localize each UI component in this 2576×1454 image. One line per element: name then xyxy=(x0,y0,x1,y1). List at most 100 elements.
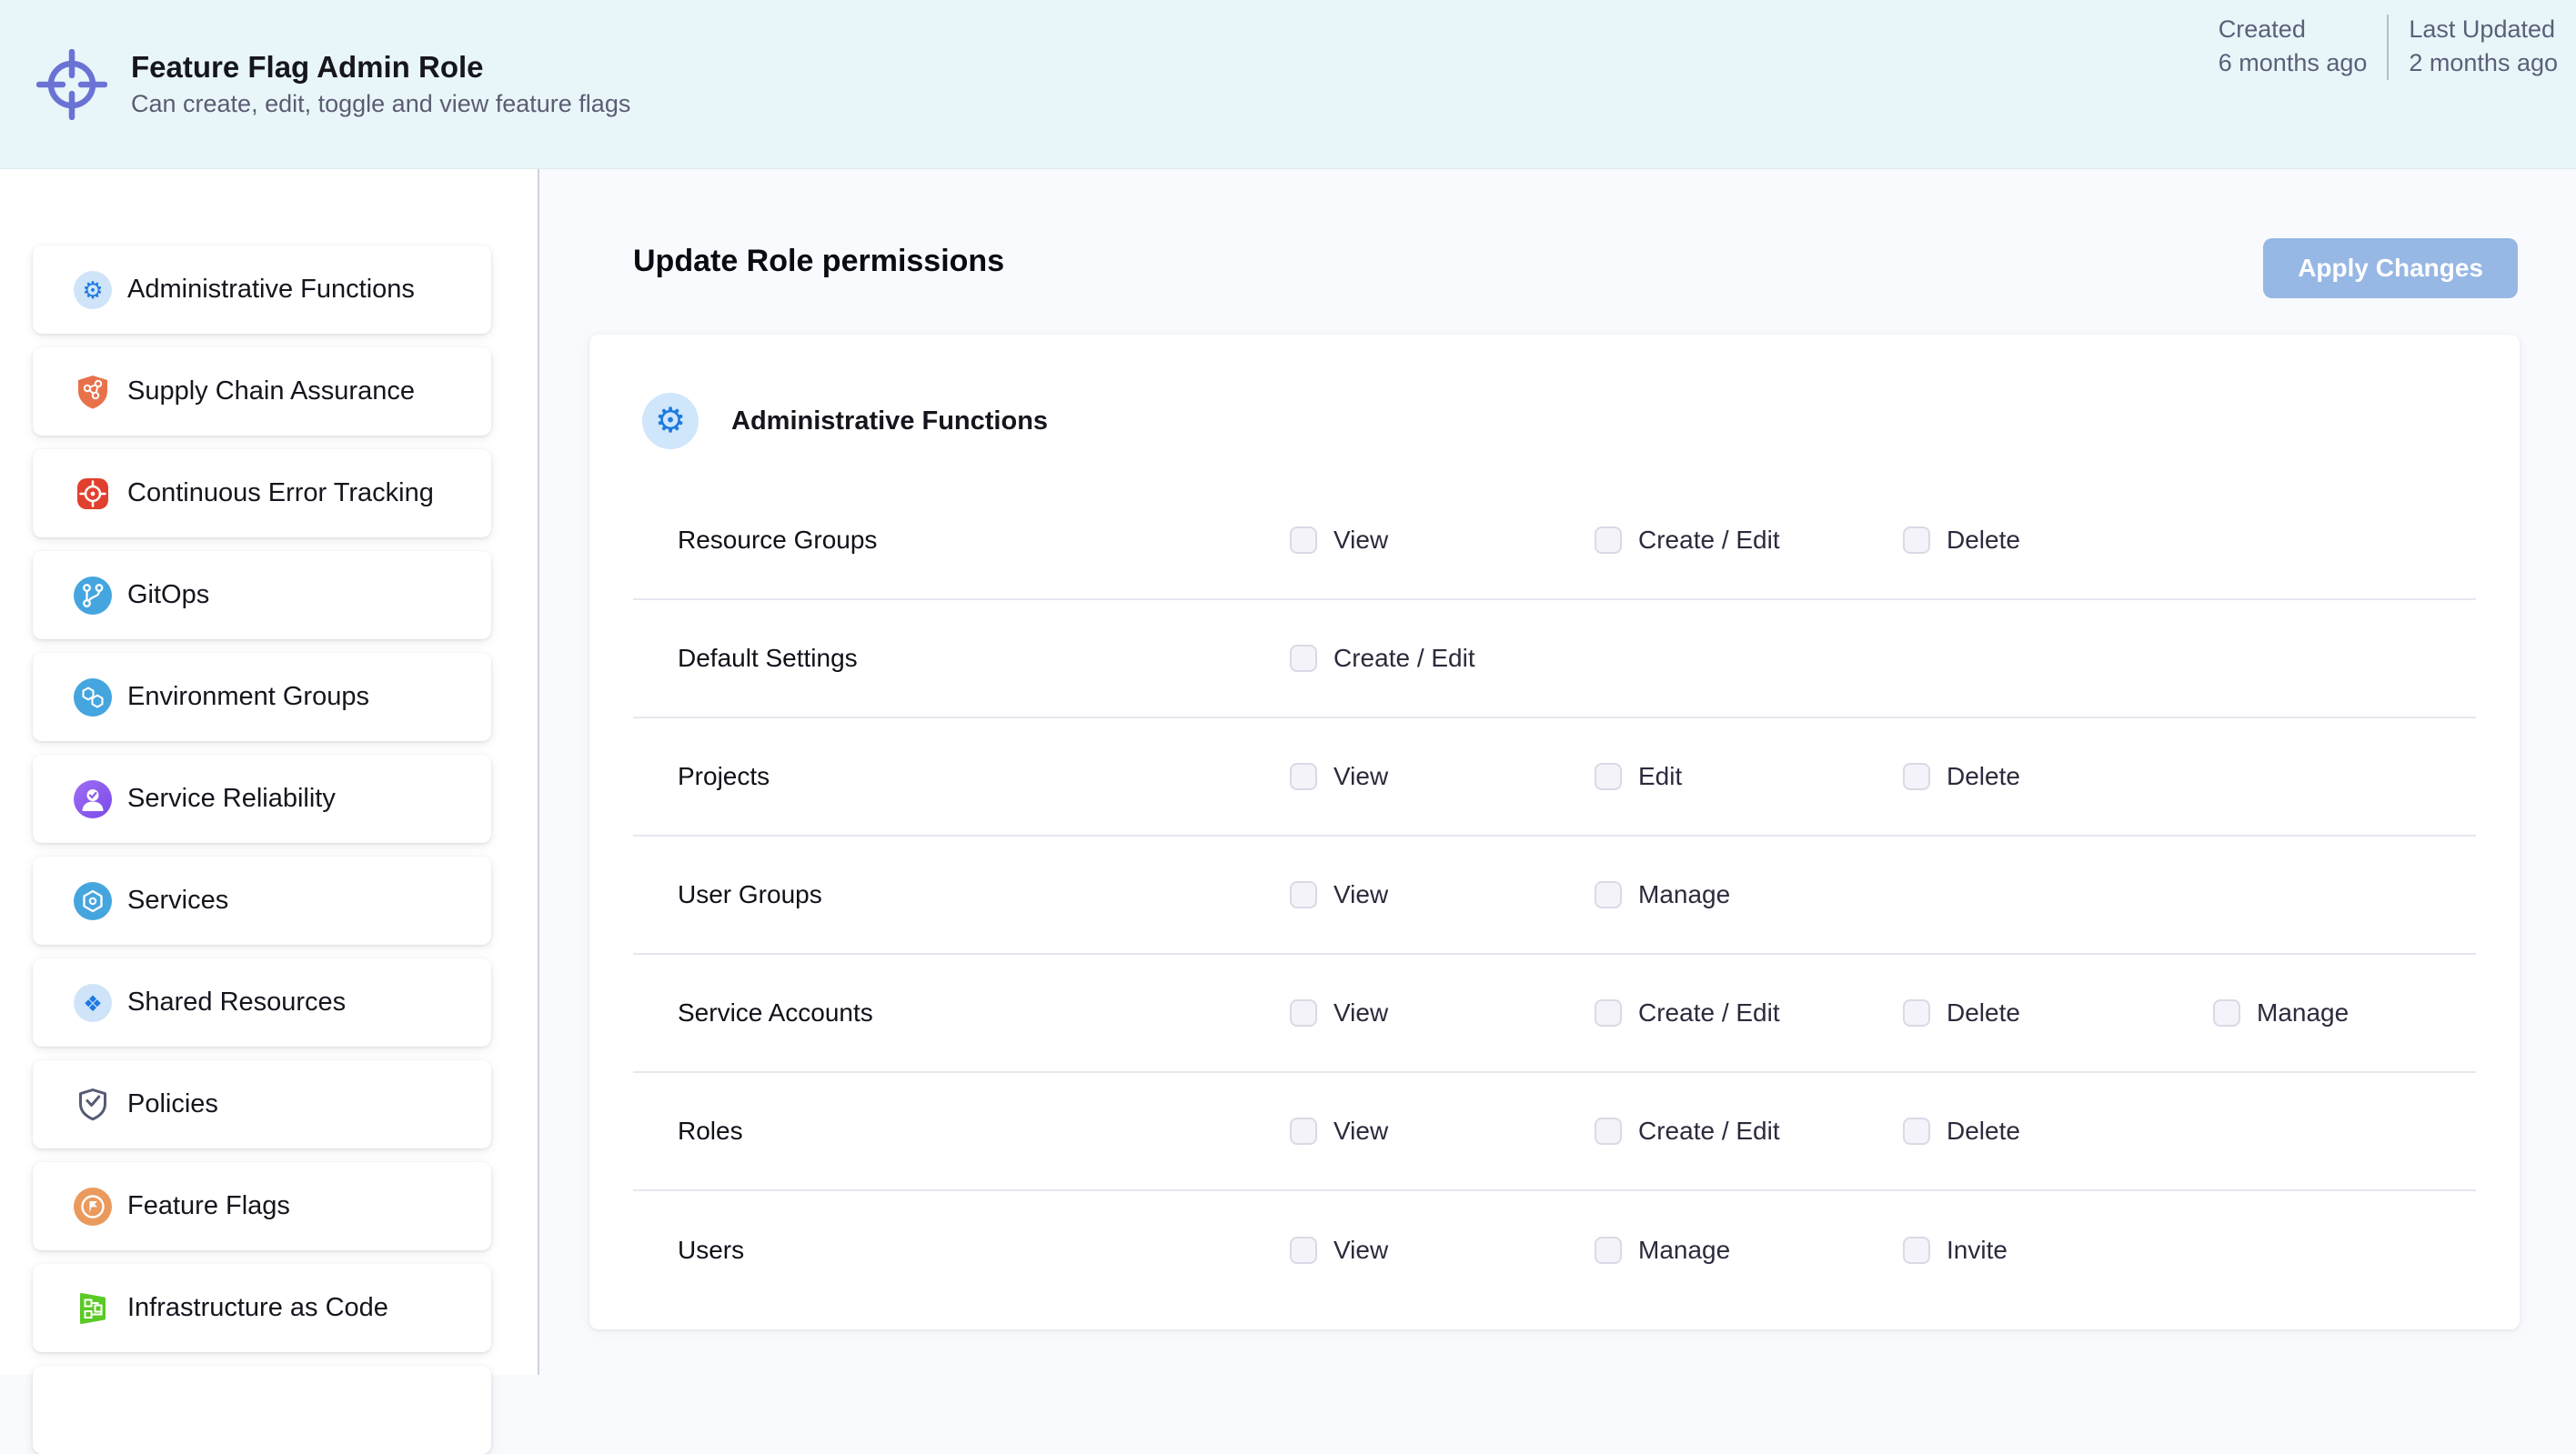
created-label: Created xyxy=(2219,13,2368,46)
sidebar-item-label: Service Reliability xyxy=(127,784,336,814)
permission-row-user-groups: User GroupsViewManage xyxy=(633,837,2476,955)
sidebar-item-label: Administrative Functions xyxy=(127,275,415,305)
checkbox-default-settings-create-edit[interactable] xyxy=(1290,645,1317,672)
permission-label: Create / Edit xyxy=(1638,526,1780,555)
sidebar-item-supply-chain-assurance[interactable]: Supply Chain Assurance xyxy=(33,347,491,436)
page-header: Feature Flag Admin Role Can create, edit… xyxy=(0,0,2576,169)
sidebar-item-feature-flags[interactable]: Feature Flags xyxy=(33,1162,491,1250)
sidebar-item-gitops[interactable]: GitOps xyxy=(33,551,491,639)
person-check-icon xyxy=(74,780,112,818)
permission-cell: View xyxy=(1290,762,1388,791)
page-subtitle: Can create, edit, toggle and view featur… xyxy=(131,86,630,121)
sidebar-item-environment-groups[interactable]: Environment Groups xyxy=(33,653,491,741)
checkbox-projects-edit[interactable] xyxy=(1595,763,1622,790)
sidebar-item-infrastructure-as-code[interactable]: Infrastructure as Code xyxy=(33,1264,491,1352)
checkbox-projects-delete[interactable] xyxy=(1903,763,1930,790)
permission-cell: View xyxy=(1290,880,1388,909)
permission-cell: Create / Edit xyxy=(1595,1117,1780,1146)
checkbox-users-invite[interactable] xyxy=(1903,1237,1930,1264)
checkbox-roles-create-edit[interactable] xyxy=(1595,1118,1622,1145)
sidebar-item-administrative-functions[interactable]: ⚙ Administrative Functions xyxy=(33,246,491,334)
checkbox-resource-groups-view[interactable] xyxy=(1290,526,1317,554)
permission-cell: Manage xyxy=(1595,880,1730,909)
permission-label: Invite xyxy=(1947,1236,2007,1265)
hexagon-icon xyxy=(74,882,112,920)
created-meta: Created 6 months ago xyxy=(2219,13,2368,80)
permission-cell: Manage xyxy=(2213,998,2349,1028)
checkbox-roles-delete[interactable] xyxy=(1903,1118,1930,1145)
role-header-text: Feature Flag Admin Role Can create, edit… xyxy=(131,48,630,121)
sidebar-item-label: Feature Flags xyxy=(127,1191,290,1221)
permission-label: Delete xyxy=(1947,1117,2020,1146)
checkbox-resource-groups-delete[interactable] xyxy=(1903,526,1930,554)
sidebar-item-label: Environment Groups xyxy=(127,682,369,712)
permission-label: Manage xyxy=(2257,998,2349,1028)
permission-cell: View xyxy=(1290,998,1388,1028)
sidebar-list: ⚙ Administrative Functions Supply Chain As… xyxy=(0,169,538,1352)
resource-sidebar: ⚙ Administrative Functions Supply Chain As… xyxy=(0,169,539,1375)
permission-cell: Create / Edit xyxy=(1595,998,1780,1028)
permission-label: View xyxy=(1333,998,1388,1028)
checkbox-roles-view[interactable] xyxy=(1290,1118,1317,1145)
permission-row-roles: RolesViewCreate / EditDelete xyxy=(633,1073,2476,1191)
diamonds-icon: ❖ xyxy=(74,984,112,1022)
hexagons-icon xyxy=(74,678,112,717)
svg-text:❖: ❖ xyxy=(83,991,103,1017)
permission-row-default-settings: Default SettingsCreate / Edit xyxy=(633,600,2476,718)
checkbox-service-accounts-manage[interactable] xyxy=(2213,999,2240,1027)
permissions-card: ⚙ Administrative Functions Resource Grou… xyxy=(589,335,2520,1329)
permission-label: View xyxy=(1333,762,1388,791)
resource-label: Resource Groups xyxy=(678,526,877,555)
flag-icon xyxy=(74,1188,112,1226)
permission-cell: View xyxy=(1290,1236,1388,1265)
role-target-icon xyxy=(36,49,107,120)
sidebar-item-partial[interactable] xyxy=(33,1366,491,1454)
sidebar-item-shared-resources[interactable]: ❖Shared Resources xyxy=(33,958,491,1047)
resource-label: Users xyxy=(678,1236,744,1265)
checkbox-users-manage[interactable] xyxy=(1595,1237,1622,1264)
permission-rows: Resource Groups View Create / Edit Delete De… xyxy=(633,482,2476,1309)
permission-cell: Create / Edit xyxy=(1595,526,1780,555)
gear-icon: ⚙ xyxy=(74,271,112,309)
checkbox-projects-view[interactable] xyxy=(1290,763,1317,790)
permission-cell: View xyxy=(1290,1117,1388,1146)
sidebar-item-continuous-error-tracking[interactable]: Continuous Error Tracking xyxy=(33,449,491,537)
sidebar-item-policies[interactable]: Policies xyxy=(33,1060,491,1148)
checkbox-service-accounts-view[interactable] xyxy=(1290,999,1317,1027)
checkbox-user-groups-manage[interactable] xyxy=(1595,881,1622,908)
checkbox-service-accounts-delete[interactable] xyxy=(1903,999,1930,1027)
permission-cell: Delete xyxy=(1903,998,2020,1028)
permission-row-users: Users View Manage Invite xyxy=(633,1191,2476,1309)
last-updated-value: 2 months ago xyxy=(2409,46,2558,80)
checkbox-user-groups-view[interactable] xyxy=(1290,881,1317,908)
sidebar-item-label: Policies xyxy=(127,1089,218,1119)
checkbox-service-accounts-create-edit[interactable] xyxy=(1595,999,1622,1027)
svg-text:⚙: ⚙ xyxy=(82,277,103,305)
permission-label: Delete xyxy=(1947,526,2020,555)
sidebar-item-services[interactable]: Services xyxy=(33,857,491,945)
permission-label: Create / Edit xyxy=(1638,998,1780,1028)
last-updated-label: Last Updated xyxy=(2409,13,2558,46)
permission-label: View xyxy=(1333,1117,1388,1146)
checkbox-resource-groups-create-edit[interactable] xyxy=(1595,526,1622,554)
permissions-card-header: ⚙ Administrative Functions xyxy=(633,335,2476,449)
permission-cell: Delete xyxy=(1903,762,2020,791)
permission-label: Create / Edit xyxy=(1638,1117,1780,1146)
permission-row-projects: ProjectsViewEditDelete xyxy=(633,718,2476,837)
resource-label: Default Settings xyxy=(678,644,858,673)
meta-divider xyxy=(2387,15,2389,80)
sidebar-item-label: Supply Chain Assurance xyxy=(127,376,415,406)
permission-label: Delete xyxy=(1947,998,2020,1028)
sidebar-item-service-reliability[interactable]: Service Reliability xyxy=(33,755,491,843)
permission-label: Manage xyxy=(1638,1236,1730,1265)
permission-row-service-accounts: Service Accounts View Create / Edit Delete M… xyxy=(633,955,2476,1073)
apply-changes-button[interactable]: Apply Changes xyxy=(2263,238,2518,298)
nodes-icon xyxy=(74,1289,112,1328)
permission-label: Manage xyxy=(1638,880,1730,909)
permission-label: View xyxy=(1333,526,1388,555)
permission-label: Edit xyxy=(1638,762,1682,791)
resource-label: Service Accounts xyxy=(678,998,873,1028)
permission-cell: View xyxy=(1290,526,1388,555)
checkbox-users-view[interactable] xyxy=(1290,1237,1317,1264)
page-title: Feature Flag Admin Role xyxy=(131,48,630,86)
